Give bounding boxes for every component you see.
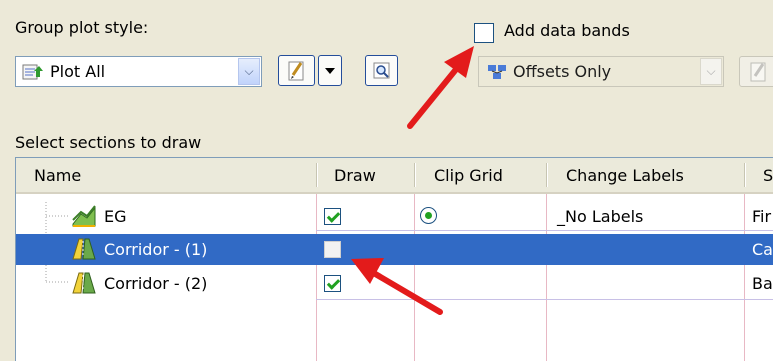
arrow-to-draw-checkbox xyxy=(351,258,443,315)
arrow-to-data-bands xyxy=(407,46,474,129)
annotation-arrows xyxy=(351,46,474,315)
